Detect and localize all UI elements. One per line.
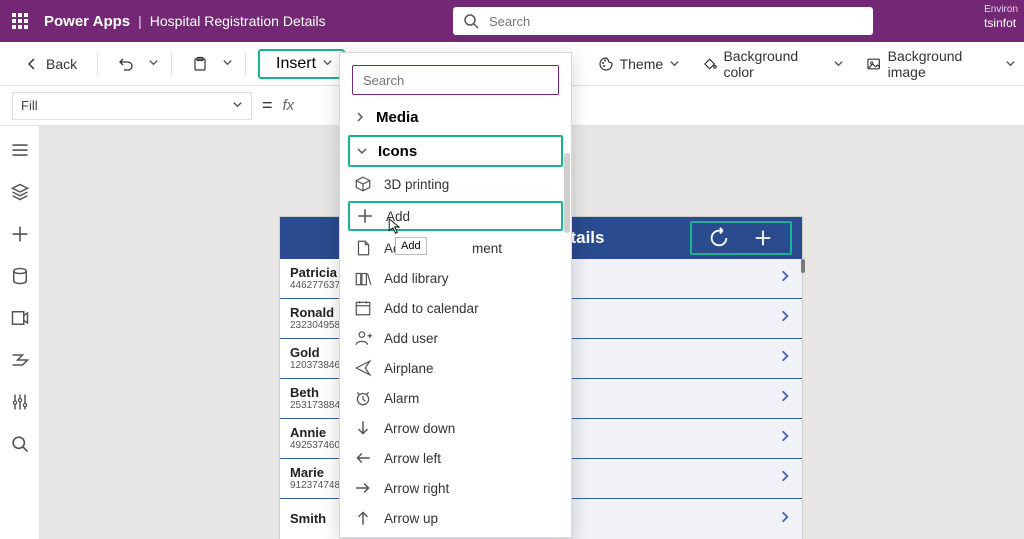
chevron-right-icon[interactable]	[778, 469, 792, 488]
icon-item-arrow-left[interactable]: Arrow left	[340, 443, 571, 473]
chevron-right-icon[interactable]	[778, 510, 792, 529]
chevron-down-icon	[833, 56, 844, 72]
chevron-down-icon	[1005, 56, 1016, 72]
chevron-right-icon[interactable]	[778, 389, 792, 408]
icon-item-arrow-up[interactable]: Arrow up	[340, 503, 571, 533]
environment-label[interactable]: Environ tsinfot	[984, 4, 1018, 30]
rail-layers-icon[interactable]	[10, 182, 30, 202]
paste-button[interactable]	[184, 50, 216, 78]
insert-search-input[interactable]	[361, 72, 550, 89]
rail-media-icon[interactable]	[10, 308, 30, 328]
background-image-button[interactable]: Background image	[858, 42, 1024, 86]
chevron-down-icon	[669, 56, 680, 72]
icon-item-arrow-right[interactable]: Arrow right	[340, 473, 571, 503]
plus-icon[interactable]	[752, 227, 774, 249]
icon-item-add-library[interactable]: Add library	[340, 263, 571, 293]
arrow-down-icon	[354, 419, 372, 437]
title-separator: |	[138, 13, 142, 29]
preview-scrollbar[interactable]	[801, 259, 805, 273]
brand-label: Power Apps	[44, 13, 130, 30]
arrow-left-icon	[354, 449, 372, 467]
chevron-right-icon[interactable]	[778, 309, 792, 328]
alarm-icon	[354, 389, 372, 407]
app-title: Hospital Registration Details	[150, 13, 326, 29]
left-rail	[0, 126, 40, 539]
refresh-icon[interactable]	[708, 227, 730, 249]
chevron-right-icon[interactable]	[778, 269, 792, 288]
background-color-button[interactable]: Background color	[694, 42, 852, 86]
icon-item-add-document[interactable]: Addment	[340, 233, 571, 263]
user-icon	[354, 329, 372, 347]
arrow-right-icon	[354, 479, 372, 497]
palette-icon	[598, 56, 614, 72]
icon-item-airplane[interactable]: Airplane	[340, 353, 571, 383]
equals-sign: =	[262, 95, 273, 116]
back-arrow-icon	[24, 56, 40, 72]
paste-chevron[interactable]	[222, 55, 233, 73]
divider	[245, 52, 246, 76]
chevron-right-icon[interactable]	[778, 349, 792, 368]
chevron-right-icon[interactable]	[778, 429, 792, 448]
icon-item-arrow-down[interactable]: Arrow down	[340, 413, 571, 443]
image-icon	[866, 56, 881, 72]
search-icon	[463, 13, 479, 29]
category-media[interactable]: Media	[340, 101, 571, 133]
mouse-cursor-icon	[388, 218, 403, 241]
chevron-down-icon	[232, 98, 243, 113]
chevron-down-icon	[322, 55, 333, 73]
document-icon	[354, 239, 372, 257]
icon-item-add-user[interactable]: Add user	[340, 323, 571, 353]
back-button[interactable]: Back	[16, 50, 85, 78]
icon-item-add-to-calendar[interactable]: Add to calendar	[340, 293, 571, 323]
icon-item-alarm[interactable]: Alarm	[340, 383, 571, 413]
cube-icon	[354, 175, 372, 193]
undo-button[interactable]	[110, 50, 142, 78]
app-launcher-icon[interactable]	[10, 11, 30, 31]
titlebar: Power Apps | Hospital Registration Detai…	[0, 0, 1024, 42]
global-search-input[interactable]	[487, 13, 863, 30]
global-search[interactable]	[453, 7, 873, 35]
undo-icon	[118, 56, 134, 72]
insert-button[interactable]: Insert	[258, 49, 345, 79]
property-selector[interactable]: Fill	[12, 92, 252, 120]
divider	[97, 52, 98, 76]
theme-button[interactable]: Theme	[590, 50, 689, 78]
category-icons[interactable]: Icons	[348, 135, 563, 167]
insert-search[interactable]	[352, 65, 559, 95]
chevron-right-icon	[354, 111, 366, 123]
airplane-icon	[354, 359, 372, 377]
library-icon	[354, 269, 372, 287]
calendar-icon	[354, 299, 372, 317]
clipboard-icon	[192, 56, 208, 72]
bucket-icon	[702, 56, 717, 72]
rail-insert-icon[interactable]	[10, 224, 30, 244]
icon-item-3d-printing[interactable]: 3D printing	[340, 169, 571, 199]
undo-chevron[interactable]	[148, 55, 159, 73]
divider	[171, 52, 172, 76]
rail-data-icon[interactable]	[10, 266, 30, 286]
insert-dropdown-panel: Media Icons 3D printing Add Addment Add …	[339, 52, 572, 538]
plus-icon	[356, 207, 374, 225]
rail-search-icon[interactable]	[10, 434, 30, 454]
rail-tools-icon[interactable]	[10, 392, 30, 412]
arrow-up-icon	[354, 509, 372, 527]
chevron-down-icon	[356, 145, 368, 157]
icon-item-add[interactable]: Add	[348, 201, 563, 231]
rail-flows-icon[interactable]	[10, 350, 30, 370]
selected-icons-group[interactable]	[690, 221, 792, 255]
fx-label: fx	[283, 97, 295, 114]
panel-scrollbar[interactable]	[564, 153, 570, 233]
rail-tree-icon[interactable]	[10, 140, 30, 160]
